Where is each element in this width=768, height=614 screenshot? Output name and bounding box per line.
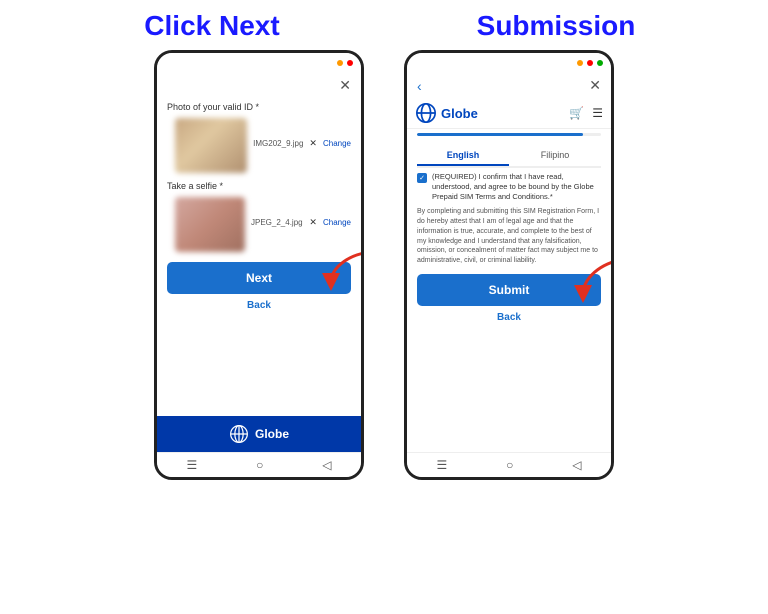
cart-icon[interactable]: 🛒 bbox=[569, 106, 584, 120]
photo-id-row: IMG202_9.jpg ✕ Change bbox=[167, 114, 351, 173]
status-dot-red-r bbox=[587, 60, 593, 66]
left-phone-frame: ✕ Photo of your valid ID * IMG202_9.jpg … bbox=[154, 50, 364, 480]
selfie-row: JPEG_2_4.jpg ✕ Change bbox=[167, 193, 351, 252]
terms-paragraph: By completing and submitting this SIM Re… bbox=[417, 207, 601, 266]
close-icon-right[interactable]: ✕ bbox=[589, 77, 601, 94]
submit-button[interactable]: Submit bbox=[417, 274, 601, 306]
globe-footer-icon-left bbox=[229, 424, 249, 444]
nav-menu-icon-left[interactable]: ☰ bbox=[186, 458, 197, 472]
close-icon[interactable]: ✕ bbox=[339, 77, 351, 94]
status-bar-left bbox=[157, 53, 361, 73]
photo-id-filename: IMG202_9.jpg bbox=[253, 139, 303, 148]
globe-footer-text-left: Globe bbox=[255, 427, 289, 441]
right-nav-bar: ☰ ○ ◁ bbox=[407, 452, 611, 477]
right-screen: ‹ ✕ Globe 🛒 ☰ bbox=[407, 73, 611, 452]
left-top-bar: ✕ bbox=[157, 73, 361, 98]
remove-selfie-icon[interactable]: ✕ bbox=[309, 217, 317, 228]
nav-back-icon-right[interactable]: ◁ bbox=[572, 458, 581, 472]
id-photo-thumbnail bbox=[175, 118, 247, 173]
next-button[interactable]: Next bbox=[167, 262, 351, 294]
back-link-right[interactable]: Back bbox=[417, 312, 601, 323]
selfie-filename: JPEG_2_4.jpg bbox=[251, 218, 303, 227]
terms-checkbox[interactable] bbox=[417, 173, 427, 183]
nav-menu-icon-right[interactable]: ☰ bbox=[436, 458, 447, 472]
tab-filipino[interactable]: Filipino bbox=[509, 150, 601, 166]
language-tabs: English Filipino bbox=[417, 150, 601, 168]
photo-id-label: Photo of your valid ID * bbox=[167, 102, 351, 112]
selfie-thumbnail bbox=[175, 197, 245, 252]
back-arrow-icon[interactable]: ‹ bbox=[417, 78, 422, 94]
right-top-bar: ‹ ✕ bbox=[407, 73, 611, 98]
globe-logo: Globe bbox=[415, 102, 478, 124]
status-dot-green-r bbox=[597, 60, 603, 66]
nav-back-icon-left[interactable]: ◁ bbox=[322, 458, 331, 472]
globe-logo-icon bbox=[415, 102, 437, 124]
change-photo-link[interactable]: Change bbox=[323, 139, 351, 148]
menu-icon[interactable]: ☰ bbox=[592, 106, 603, 120]
next-btn-container: Next bbox=[167, 262, 351, 294]
left-screen: ✕ Photo of your valid ID * IMG202_9.jpg … bbox=[157, 73, 361, 452]
tab-english[interactable]: English bbox=[417, 150, 509, 166]
remove-photo-icon[interactable]: ✕ bbox=[309, 138, 317, 149]
status-dot-orange-r bbox=[577, 60, 583, 66]
header-icons: 🛒 ☰ bbox=[569, 106, 603, 120]
progress-fill bbox=[417, 133, 583, 136]
left-heading: Click Next bbox=[40, 10, 384, 42]
selfie-label: Take a selfie * bbox=[167, 181, 351, 191]
nav-home-icon-right[interactable]: ○ bbox=[506, 458, 513, 472]
nav-home-icon-left[interactable]: ○ bbox=[256, 458, 263, 472]
back-link-left[interactable]: Back bbox=[167, 300, 351, 311]
left-globe-footer: Globe bbox=[157, 416, 361, 452]
status-bar-right bbox=[407, 53, 611, 73]
right-phone: ‹ ✕ Globe 🛒 ☰ bbox=[399, 50, 619, 614]
globe-brand-text: Globe bbox=[441, 106, 478, 121]
left-nav-bar: ☰ ○ ◁ bbox=[157, 452, 361, 477]
progress-bar bbox=[417, 133, 601, 136]
change-selfie-link[interactable]: Change bbox=[323, 218, 351, 227]
right-heading: Submission bbox=[384, 10, 728, 42]
globe-header-right: Globe 🛒 ☰ bbox=[407, 98, 611, 129]
submit-btn-container: Submit bbox=[417, 274, 601, 306]
status-dot-orange bbox=[337, 60, 343, 66]
progress-bar-container bbox=[407, 133, 611, 136]
terms-checkbox-row: (REQUIRED) I confirm that I have read, u… bbox=[417, 172, 601, 201]
left-phone: ✕ Photo of your valid ID * IMG202_9.jpg … bbox=[149, 50, 369, 614]
right-form-content: English Filipino (REQUIRED) I confirm th… bbox=[407, 140, 611, 452]
right-phone-frame: ‹ ✕ Globe 🛒 ☰ bbox=[404, 50, 614, 480]
checkbox-label: (REQUIRED) I confirm that I have read, u… bbox=[432, 172, 601, 201]
status-dot-red bbox=[347, 60, 353, 66]
left-form-content: Photo of your valid ID * IMG202_9.jpg ✕ … bbox=[157, 98, 361, 416]
